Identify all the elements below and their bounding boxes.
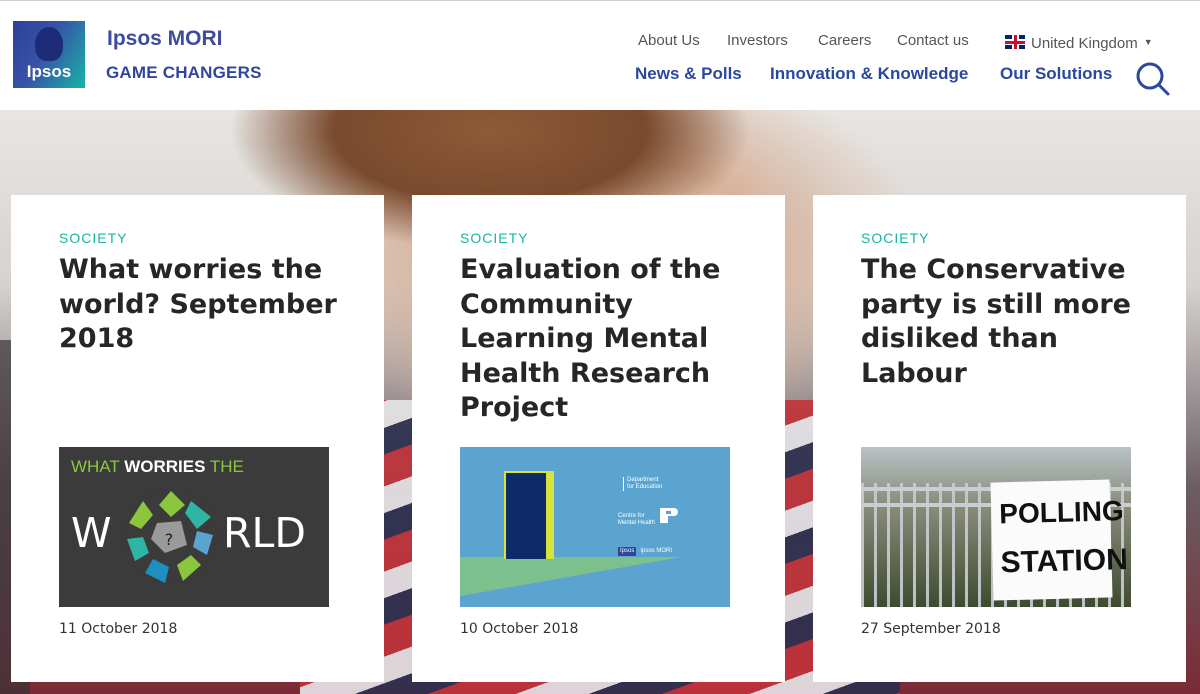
thumbnail-heading: WHAT WORRIES THE [71,457,244,476]
centre-mental-health-logo: Centre for Mental Health [618,513,656,526]
nav-link-innovation-knowledge[interactable]: Innovation & Knowledge [770,64,968,84]
nav-link-our-solutions[interactable]: Our Solutions [1000,64,1112,84]
nav-link-news-polls[interactable]: News & Polls [635,64,742,84]
uk-flag-icon [1005,35,1025,49]
search-button[interactable] [1134,61,1172,97]
centre-mental-health-mark-icon [660,508,678,523]
site-header: Ipsos Ipsos MORI GAME CHANGERS About Us … [0,0,1200,110]
article-card[interactable]: SOCIETY Evaluation of the Community Lear… [412,195,785,682]
card-category[interactable]: SOCIETY [59,230,127,246]
nav-link-contact-us[interactable]: Contact us [897,32,969,49]
card-title[interactable]: What worries the world? September 2018 [59,253,359,357]
door-shape [506,473,546,559]
thumbnail-floor-light [460,557,730,607]
card-thumbnail-mental-health[interactable]: Department for Education Centre for Mental… [460,447,730,607]
svg-text:?: ? [165,530,174,549]
brand-tagline: GAME CHANGERS [106,63,262,82]
ipsos-logo[interactable]: Ipsos [13,21,85,88]
polling-station-sign: POLLING STATION [990,479,1128,601]
language-label: United Kingdom [1031,35,1138,52]
card-thumbnail-polling-station[interactable]: POLLING STATION [861,447,1131,607]
card-thumbnail-what-worries-the-world[interactable]: WHAT WORRIES THE W ? RLD [59,447,329,607]
logo-text: Ipsos [26,62,72,81]
dept-education-logo: Department for Education [623,477,662,491]
nav-link-about-us[interactable]: About Us [638,32,700,49]
card-date: 27 September 2018 [861,621,1001,637]
thumbnail-word-right: RLD [223,509,306,557]
globe-icon: ? [125,491,217,583]
ipsos-mori-small-logo: Ipsos Ipsos MORI [618,547,673,556]
nav-link-investors[interactable]: Investors [727,32,788,49]
card-title[interactable]: Evaluation of the Community Learning Men… [460,253,760,426]
article-card[interactable]: SOCIETY What worries the world? Septembe… [11,195,384,682]
card-date: 10 October 2018 [460,621,579,637]
search-icon [1136,62,1170,96]
nav-link-careers[interactable]: Careers [818,32,871,49]
language-selector[interactable]: United Kingdom ▼ [1005,35,1153,52]
card-date: 11 October 2018 [59,621,178,637]
card-title[interactable]: The Conservative party is still more dis… [861,253,1161,391]
card-category[interactable]: SOCIETY [460,230,528,246]
chevron-down-icon: ▼ [1143,37,1153,47]
thumbnail-word-left: W [71,509,112,557]
card-category[interactable]: SOCIETY [861,230,929,246]
logo-head-icon [35,27,63,61]
article-card[interactable]: SOCIETY The Conservative party is still … [813,195,1186,682]
brand-name[interactable]: Ipsos MORI [107,27,223,51]
